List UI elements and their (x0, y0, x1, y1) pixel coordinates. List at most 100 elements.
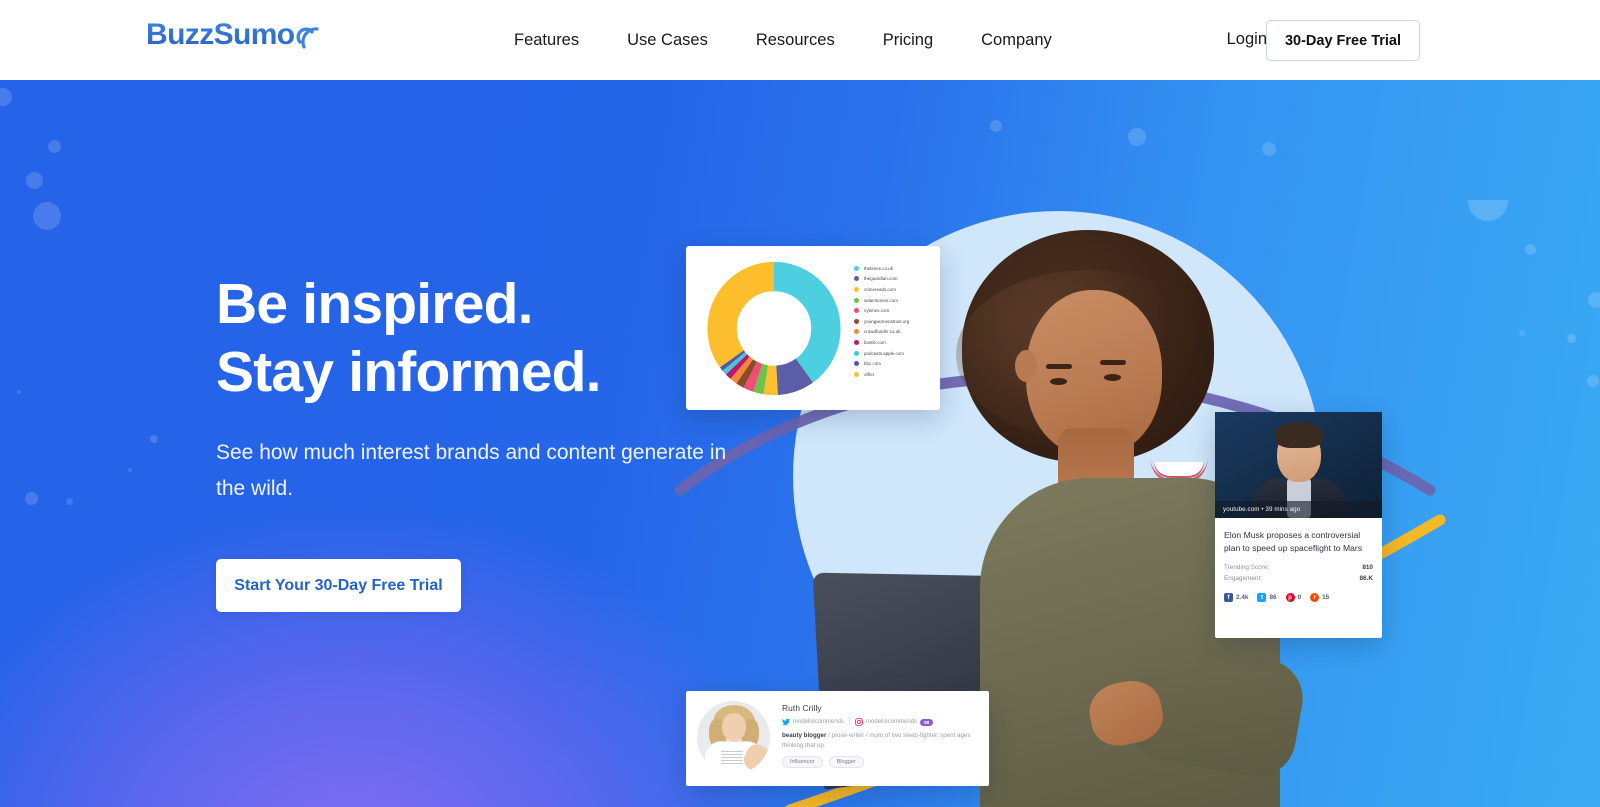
bubble-decoration (1128, 128, 1146, 146)
avatar-face (722, 713, 746, 741)
bubble-decoration (1587, 375, 1599, 387)
bubble-decoration (990, 120, 1002, 132)
chart-legend: thetimes.co.uk theguardian.com crimereads.… (854, 263, 938, 380)
bubble-decoration (1262, 142, 1276, 156)
bio-highlight: beauty blogger (782, 732, 827, 739)
legend-label: bustle.com (864, 339, 886, 345)
bubble-decoration (17, 390, 21, 394)
article-thumbnail: youtube.com • 39 mins ago (1215, 412, 1382, 518)
twitter-handle-text: modelrecommends (793, 719, 845, 725)
subject-hair (1275, 422, 1323, 448)
metric-value: 810 (1362, 564, 1373, 572)
reddit-icon: r (1310, 593, 1320, 603)
article-title: Elon Musk proposes a controversial plan … (1224, 530, 1363, 553)
influencer-handles: modelrecommends modelrecommends 98 (782, 718, 982, 726)
legend-color-dot (854, 329, 859, 335)
legend-color-dot (854, 308, 859, 314)
legend-label: bbc.com (864, 361, 881, 367)
influencer-card[interactable]: Ruth Crilly modelrecommends modelrecomme… (686, 691, 989, 786)
instagram-handle[interactable]: modelrecommends 98 (855, 718, 934, 726)
donut-svg (707, 261, 841, 396)
social-count: 15 (1322, 594, 1330, 602)
social-stat: p0 (1285, 593, 1302, 603)
article-metric-row: Engagement: 86.K (1224, 573, 1373, 584)
influencer-bio: beauty blogger / prose-writer / mum of t… (782, 731, 982, 750)
article-card[interactable]: youtube.com • 39 mins ago Elon Musk prop… (1215, 412, 1382, 638)
legend-item: thetimes.co.uk (854, 263, 938, 274)
legend-label: crimereads.com (864, 286, 896, 292)
instagram-score-badge: 98 (920, 718, 934, 726)
legend-color-dot (854, 361, 859, 367)
eye (1104, 374, 1121, 381)
eye (1050, 378, 1067, 385)
legend-color-dot (854, 276, 859, 282)
legend-item: waterstones.com (854, 295, 938, 306)
pinterest-icon: p (1285, 593, 1295, 603)
eyebrow (1100, 360, 1126, 365)
metric-value: 86.K (1359, 575, 1374, 583)
bubble-decoration (1519, 330, 1525, 336)
site-header: BuzzSumo Features Use Cases Resources Pr… (0, 0, 1600, 80)
hero-cta-button[interactable]: Start Your 30-Day Free Trial (216, 559, 461, 612)
hero-section: Be inspired. Stay informed. See how much… (0, 80, 1600, 807)
bubble-decoration (0, 88, 12, 106)
legend-label: nytimes.com (864, 308, 890, 314)
donut-chart (704, 260, 844, 397)
buzzsumo-logo[interactable]: BuzzSumo (146, 20, 322, 52)
legend-color-dot (854, 350, 859, 356)
social-stat: f 2.4k (1224, 593, 1248, 603)
bubble-decoration (26, 172, 43, 189)
avatar (697, 701, 770, 774)
influencer-details: Ruth Crilly modelrecommends modelrecomme… (782, 703, 982, 769)
divider (849, 718, 851, 726)
legend-label: theguardian.com (864, 276, 898, 282)
legend-label: thetimes.co.uk (864, 265, 894, 271)
legend-color-dot (854, 265, 859, 271)
social-count: 86 (1269, 594, 1277, 602)
legend-item: bustle.com (854, 337, 938, 348)
facebook-icon: f (1224, 593, 1233, 603)
nav-item-company[interactable]: Company (957, 31, 1076, 50)
social-count: 0 (1297, 594, 1302, 602)
header-trial-button[interactable]: 30-Day Free Trial (1266, 20, 1420, 61)
article-social-stats: f 2.4k t 86 p 0 r 15 (1224, 593, 1373, 603)
donut-segment (707, 261, 841, 396)
bubble-decoration (66, 498, 73, 505)
twitter-icon: t (1257, 593, 1267, 603)
nav-item-features[interactable]: Features (490, 31, 603, 50)
bubble-decoration (150, 435, 158, 443)
nav-item-resources[interactable]: Resources (732, 31, 859, 50)
half-circle-decoration (1468, 200, 1508, 221)
nav-item-use-cases[interactable]: Use Cases (603, 31, 732, 50)
donut-chart-card[interactable]: thetimes.co.uk theguardian.com crimereads.… (686, 246, 940, 410)
bubble-decoration (1567, 334, 1576, 343)
bubble-decoration (48, 140, 61, 153)
legend-item: podcasts.apple.com (854, 348, 938, 359)
legend-item: youngwomenstrust.org (854, 316, 938, 327)
instagram-handle-text: modelrecommends (866, 719, 918, 725)
legend-label: waterstones.com (864, 297, 898, 303)
legend-color-dot (854, 339, 859, 345)
bubble-decoration (25, 492, 38, 505)
legend-label: youngwomenstrust.org (864, 318, 910, 324)
influencer-tags: Influencer Blogger (782, 756, 982, 769)
tag-blogger[interactable]: Blogger (828, 756, 864, 769)
influencer-name: Ruth Crilly (782, 703, 822, 713)
nav-item-pricing[interactable]: Pricing (859, 31, 957, 50)
article-metric-row: Trending Score: 810 (1224, 562, 1373, 573)
tag-influencer[interactable]: Influencer (782, 756, 823, 769)
bubble-decoration (33, 202, 61, 230)
legend-item: other (854, 369, 938, 380)
legend-color-dot (854, 297, 859, 303)
landing-page: BuzzSumo Features Use Cases Resources Pr… (0, 0, 1600, 807)
legend-color-dot (854, 286, 859, 292)
main-nav: Features Use Cases Resources Pricing Com… (490, 0, 1076, 80)
twitter-icon (782, 718, 790, 726)
hero-subheadline: See how much interest brands and content… (216, 441, 727, 500)
login-link[interactable]: Login (1227, 30, 1267, 49)
twitter-handle[interactable]: modelrecommends (782, 718, 844, 726)
legend-item: crimereads.com (854, 284, 938, 295)
legend-label: crowdfunder.co.uk (864, 329, 901, 335)
legend-color-dot (854, 371, 859, 377)
metric-label: Trending Score: (1224, 564, 1270, 572)
